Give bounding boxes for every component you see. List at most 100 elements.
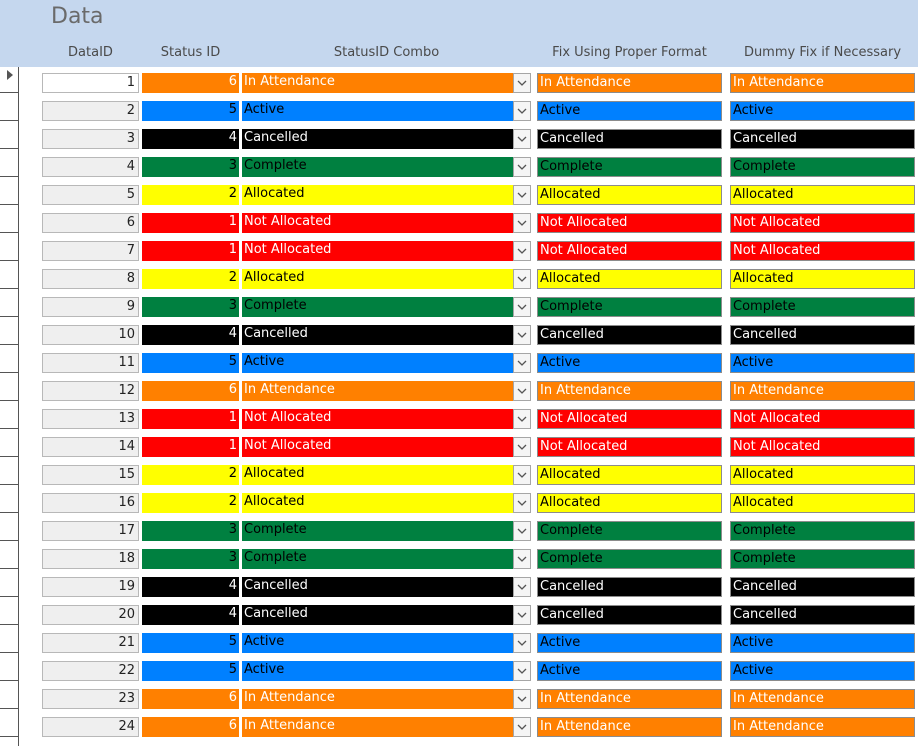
dummy-fix-field[interactable]: Complete <box>730 157 915 177</box>
dummy-fix-field[interactable]: Active <box>730 661 915 681</box>
dummy-fix-field[interactable]: In Attendance <box>730 73 915 93</box>
status-id-field[interactable]: 1 <box>142 437 239 457</box>
status-combo-box[interactable]: Cancelled <box>242 325 531 345</box>
status-id-field[interactable]: 2 <box>142 185 239 205</box>
status-id-field[interactable]: 5 <box>142 661 239 681</box>
fix-proper-format-field[interactable]: In Attendance <box>537 73 722 93</box>
combo-dropdown-button[interactable] <box>513 549 531 569</box>
dummy-fix-field[interactable]: Complete <box>730 297 915 317</box>
status-id-field[interactable]: 5 <box>142 633 239 653</box>
data-id-field[interactable]: 5 <box>42 185 139 205</box>
dummy-fix-field[interactable]: Not Allocated <box>730 437 915 457</box>
fix-proper-format-field[interactable]: Allocated <box>537 493 722 513</box>
status-combo-box[interactable]: Complete <box>242 521 531 541</box>
status-id-field[interactable]: 3 <box>142 157 239 177</box>
combo-dropdown-button[interactable] <box>513 465 531 485</box>
fix-proper-format-field[interactable]: Complete <box>537 157 722 177</box>
status-combo-box[interactable]: Cancelled <box>242 577 531 597</box>
dummy-fix-field[interactable]: Cancelled <box>730 325 915 345</box>
fix-proper-format-field[interactable]: Not Allocated <box>537 213 722 233</box>
status-id-field[interactable]: 5 <box>142 101 239 121</box>
fix-proper-format-field[interactable]: Complete <box>537 521 722 541</box>
data-id-field[interactable]: 6 <box>42 213 139 233</box>
data-id-field[interactable]: 19 <box>42 577 139 597</box>
dummy-fix-field[interactable]: Not Allocated <box>730 409 915 429</box>
data-id-field[interactable]: 15 <box>42 465 139 485</box>
combo-dropdown-button[interactable] <box>513 661 531 681</box>
data-id-field[interactable]: 1 <box>42 73 139 93</box>
data-id-field[interactable]: 10 <box>42 325 139 345</box>
fix-proper-format-field[interactable]: In Attendance <box>537 717 722 737</box>
status-combo-box[interactable]: Active <box>242 633 531 653</box>
fix-proper-format-field[interactable]: Cancelled <box>537 605 722 625</box>
data-id-field[interactable]: 14 <box>42 437 139 457</box>
data-id-field[interactable]: 13 <box>42 409 139 429</box>
status-id-field[interactable]: 2 <box>142 269 239 289</box>
combo-dropdown-button[interactable] <box>513 381 531 401</box>
status-id-field[interactable]: 4 <box>142 605 239 625</box>
data-id-field[interactable]: 2 <box>42 101 139 121</box>
combo-dropdown-button[interactable] <box>513 185 531 205</box>
dummy-fix-field[interactable]: Allocated <box>730 465 915 485</box>
status-combo-box[interactable]: Not Allocated <box>242 213 531 233</box>
status-combo-box[interactable]: Not Allocated <box>242 409 531 429</box>
fix-proper-format-field[interactable]: Allocated <box>537 269 722 289</box>
dummy-fix-field[interactable]: In Attendance <box>730 689 915 709</box>
combo-dropdown-button[interactable] <box>513 577 531 597</box>
data-id-field[interactable]: 3 <box>42 129 139 149</box>
data-id-field[interactable]: 18 <box>42 549 139 569</box>
dummy-fix-field[interactable]: Cancelled <box>730 577 915 597</box>
data-id-field[interactable]: 23 <box>42 689 139 709</box>
combo-dropdown-button[interactable] <box>513 409 531 429</box>
combo-dropdown-button[interactable] <box>513 521 531 541</box>
dummy-fix-field[interactable]: Complete <box>730 549 915 569</box>
status-combo-box[interactable]: Complete <box>242 297 531 317</box>
dummy-fix-field[interactable]: Allocated <box>730 185 915 205</box>
dummy-fix-field[interactable]: Active <box>730 633 915 653</box>
fix-proper-format-field[interactable]: Not Allocated <box>537 409 722 429</box>
dummy-fix-field[interactable]: Not Allocated <box>730 241 915 261</box>
combo-dropdown-button[interactable] <box>513 269 531 289</box>
status-id-field[interactable]: 6 <box>142 717 239 737</box>
dummy-fix-field[interactable]: Cancelled <box>730 129 915 149</box>
combo-dropdown-button[interactable] <box>513 213 531 233</box>
combo-dropdown-button[interactable] <box>513 101 531 121</box>
status-combo-box[interactable]: Complete <box>242 157 531 177</box>
data-id-field[interactable]: 4 <box>42 157 139 177</box>
data-id-field[interactable]: 9 <box>42 297 139 317</box>
dummy-fix-field[interactable]: Allocated <box>730 269 915 289</box>
combo-dropdown-button[interactable] <box>513 157 531 177</box>
status-combo-box[interactable]: Not Allocated <box>242 241 531 261</box>
status-combo-box[interactable]: In Attendance <box>242 717 531 737</box>
fix-proper-format-field[interactable]: Cancelled <box>537 129 722 149</box>
data-id-field[interactable]: 17 <box>42 521 139 541</box>
status-id-field[interactable]: 4 <box>142 577 239 597</box>
status-combo-box[interactable]: Allocated <box>242 465 531 485</box>
dummy-fix-field[interactable]: Active <box>730 353 915 373</box>
combo-dropdown-button[interactable] <box>513 325 531 345</box>
status-combo-box[interactable]: Active <box>242 661 531 681</box>
dummy-fix-field[interactable]: Not Allocated <box>730 213 915 233</box>
combo-dropdown-button[interactable] <box>513 493 531 513</box>
dummy-fix-field[interactable]: Active <box>730 101 915 121</box>
combo-dropdown-button[interactable] <box>513 353 531 373</box>
status-id-field[interactable]: 6 <box>142 73 239 93</box>
data-id-field[interactable]: 11 <box>42 353 139 373</box>
combo-dropdown-button[interactable] <box>513 437 531 457</box>
fix-proper-format-field[interactable]: Complete <box>537 549 722 569</box>
fix-proper-format-field[interactable]: Active <box>537 353 722 373</box>
fix-proper-format-field[interactable]: Allocated <box>537 185 722 205</box>
status-id-field[interactable]: 6 <box>142 689 239 709</box>
status-combo-box[interactable]: Cancelled <box>242 605 531 625</box>
fix-proper-format-field[interactable]: Allocated <box>537 465 722 485</box>
data-id-field[interactable]: 12 <box>42 381 139 401</box>
combo-dropdown-button[interactable] <box>513 717 531 737</box>
status-id-field[interactable]: 4 <box>142 129 239 149</box>
status-id-field[interactable]: 6 <box>142 381 239 401</box>
status-combo-box[interactable]: Not Allocated <box>242 437 531 457</box>
combo-dropdown-button[interactable] <box>513 129 531 149</box>
fix-proper-format-field[interactable]: Active <box>537 101 722 121</box>
dummy-fix-field[interactable]: Complete <box>730 521 915 541</box>
status-combo-box[interactable]: In Attendance <box>242 73 531 93</box>
status-combo-box[interactable]: In Attendance <box>242 381 531 401</box>
